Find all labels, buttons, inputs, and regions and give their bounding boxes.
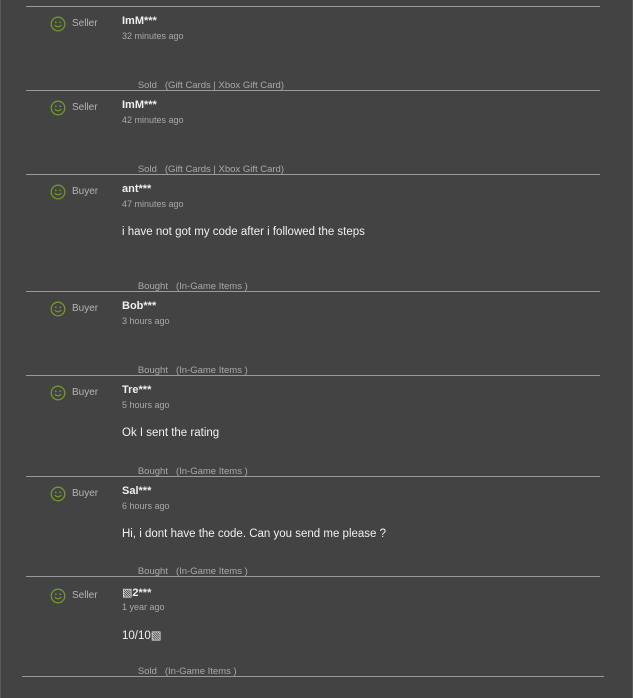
reviewer-name: Bob***: [122, 300, 157, 312]
list-bottom-separator: [22, 676, 604, 677]
review-separator: [26, 576, 600, 577]
review-comment: 10/10▧: [122, 630, 162, 642]
review-separator: [26, 6, 600, 7]
smile-positive-icon: [50, 16, 66, 32]
review-separator: [26, 476, 600, 477]
reviewer-role-badge: Buyer: [50, 486, 98, 502]
reviewer-role-badge: Buyer: [50, 385, 98, 401]
reviewer-role-badge: Seller: [50, 100, 98, 116]
review-time: 42 minutes ago: [122, 115, 184, 125]
smile-positive-icon: [50, 301, 66, 317]
reviewer-role: Buyer: [72, 303, 99, 314]
review-item: Buyer Bob*** 3 hours ago Bought (In-Game …: [26, 291, 600, 376]
review-separator: [26, 291, 600, 292]
review-item: Buyer Sal*** 6 hours ago Hi, i dont have…: [26, 476, 600, 577]
reviewer-role-badge: Seller: [50, 588, 98, 604]
review-comment: Hi, i dont have the code. Can you send m…: [122, 528, 387, 540]
review-time: 3 hours ago: [122, 316, 170, 326]
smile-positive-icon: [50, 385, 66, 401]
reviewer-role: Seller: [72, 18, 98, 29]
review-item: Seller ImM*** 42 minutes ago Sold (Gift C…: [26, 90, 600, 175]
reviewer-role: Seller: [72, 590, 98, 601]
review-order-info: Sold (In-Game Items ): [122, 655, 237, 688]
smile-positive-icon: [50, 486, 66, 502]
review-separator: [26, 174, 600, 175]
smile-positive-icon: [50, 184, 66, 200]
review-comment: i have not got my code after i followed …: [122, 226, 365, 238]
reviewer-role-badge: Seller: [50, 16, 98, 32]
smile-positive-icon: [50, 588, 66, 604]
reviews-panel: Seller ImM*** 32 minutes ago Sold (Gift C…: [0, 0, 633, 698]
review-item: Seller ImM*** 32 minutes ago Sold (Gift C…: [26, 6, 600, 91]
smile-positive-icon: [50, 100, 66, 116]
reviewer-name: ▧2***: [122, 587, 152, 599]
reviewer-name: ImM***: [122, 15, 157, 27]
reviewer-name: Tre***: [122, 384, 152, 396]
reviewer-role: Seller: [72, 102, 98, 113]
review-comment: Ok I sent the rating: [122, 427, 220, 439]
review-time: 6 hours ago: [122, 501, 170, 511]
review-separator: [26, 375, 600, 376]
review-time: 32 minutes ago: [122, 31, 184, 41]
review-time: 47 minutes ago: [122, 199, 184, 209]
review-item: Buyer Tre*** 5 hours ago Ok I sent the r…: [26, 375, 600, 477]
review-time: 1 year ago: [122, 602, 165, 612]
reviewer-name: Sal***: [122, 485, 152, 497]
reviewer-role: Buyer: [72, 488, 99, 499]
review-separator: [26, 90, 600, 91]
reviewer-name: ant***: [122, 183, 152, 195]
reviewer-name: ImM***: [122, 99, 157, 111]
reviewer-role-badge: Buyer: [50, 184, 98, 200]
review-item: Buyer ant*** 47 minutes ago i have not g…: [26, 174, 600, 292]
reviewer-role-badge: Buyer: [50, 301, 98, 317]
review-time: 5 hours ago: [122, 400, 170, 410]
review-item: Seller ▧2*** 1 year ago 10/10▧ Sold (In-G…: [26, 576, 600, 677]
reviewer-role: Buyer: [72, 387, 99, 398]
reviewer-role: Buyer: [72, 186, 99, 197]
